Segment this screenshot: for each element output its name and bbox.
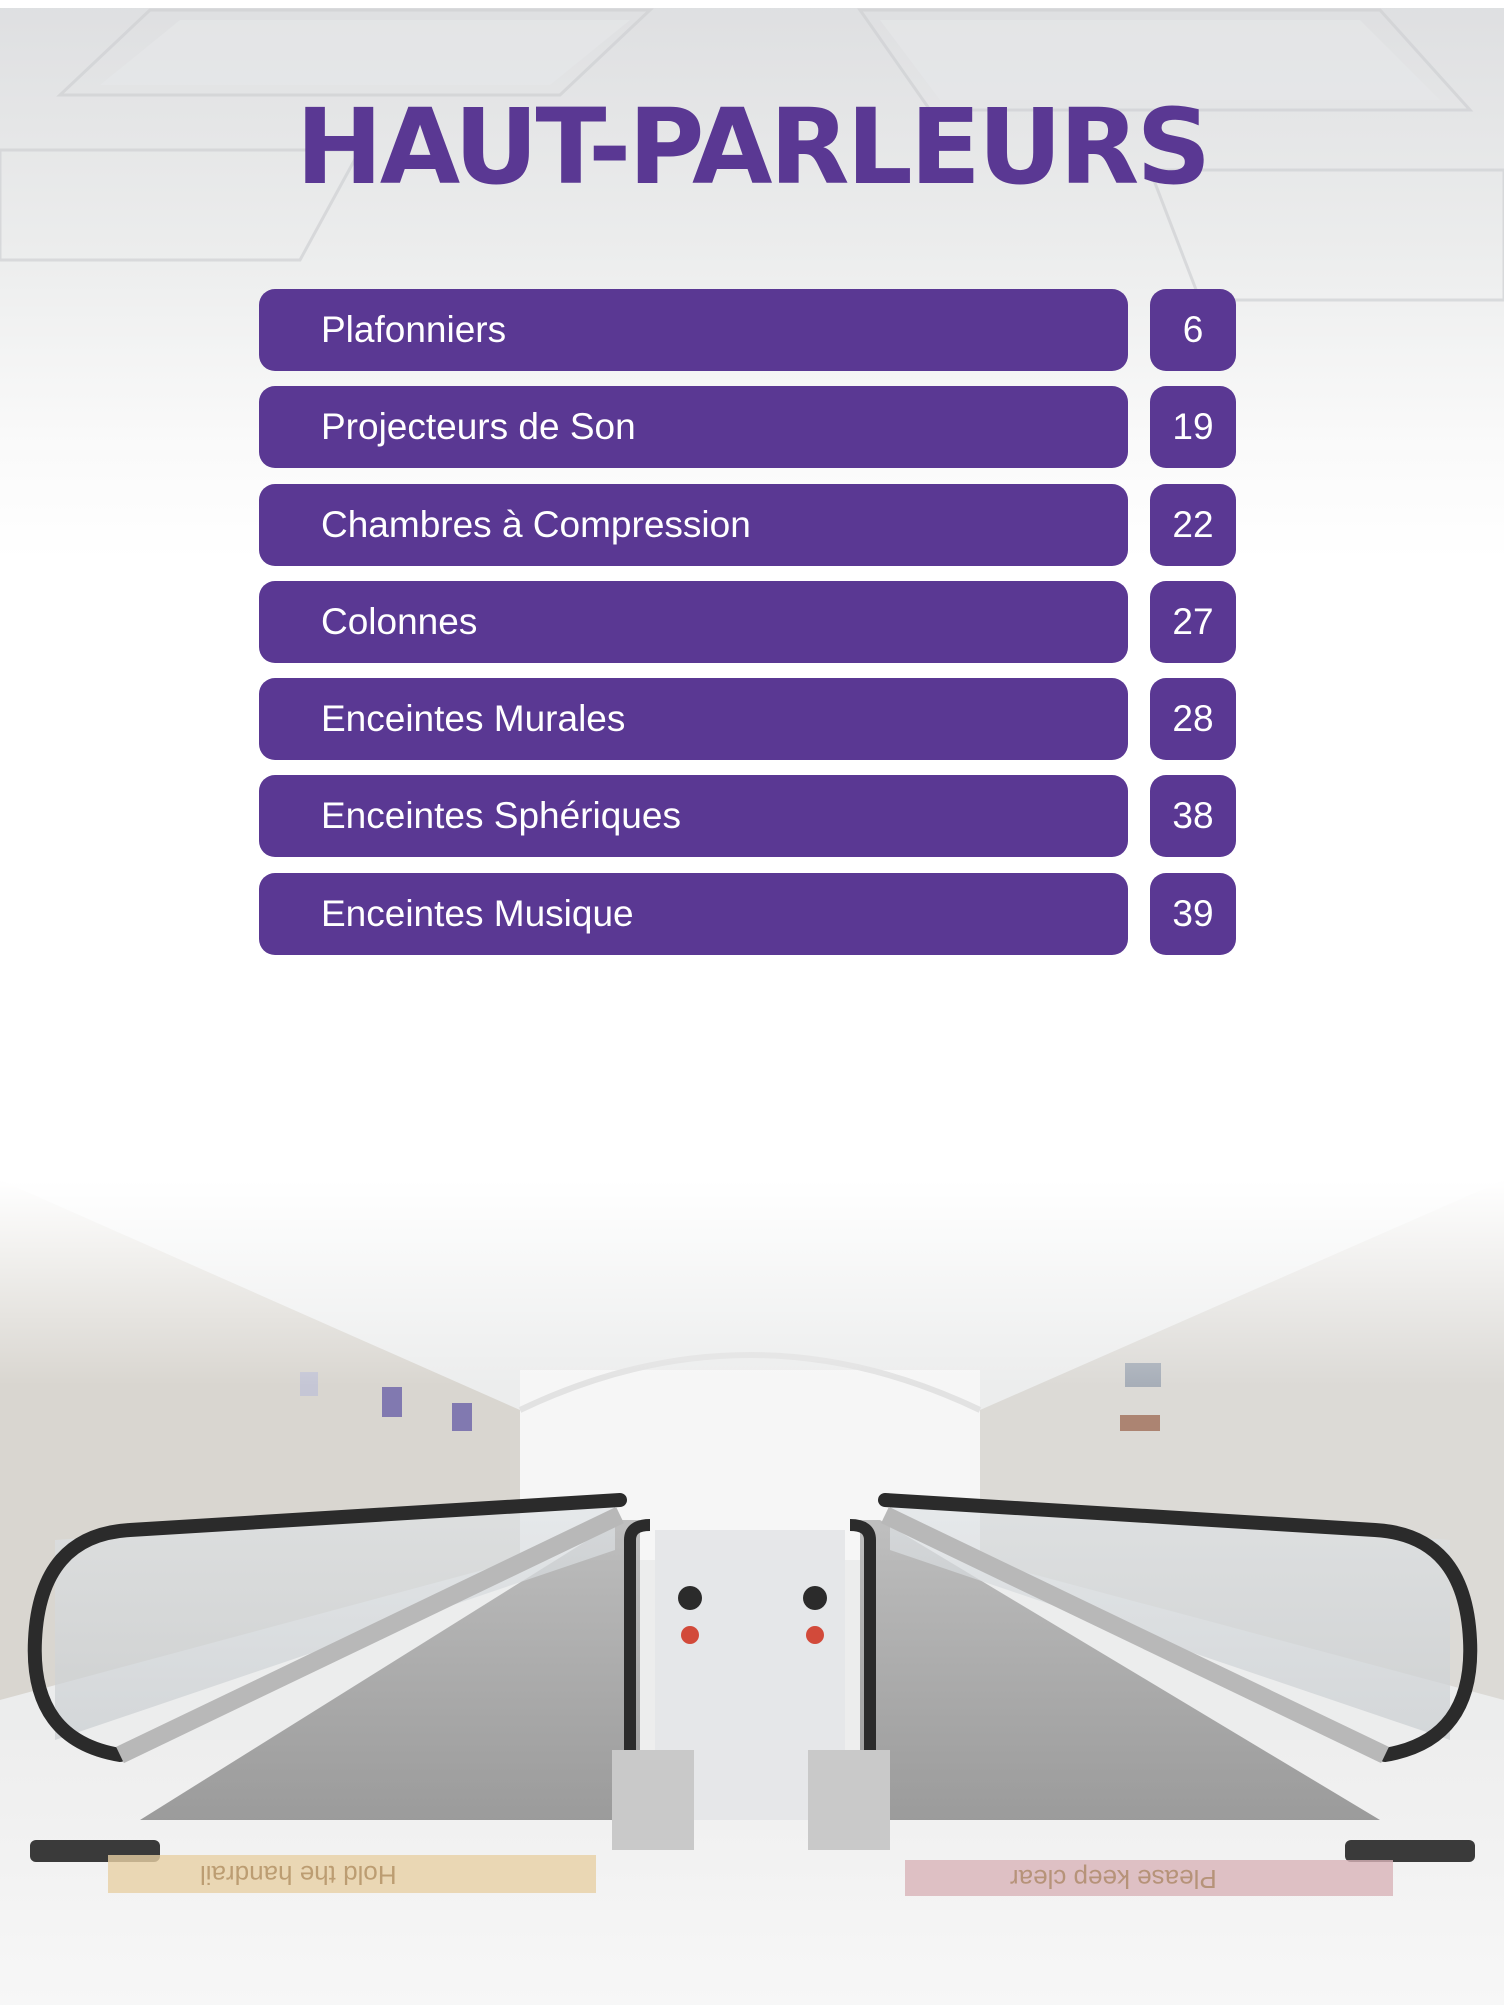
toc-page-number: 22: [1172, 503, 1214, 545]
toc-row: Plafonniers 6: [259, 289, 1236, 371]
toc-item-projecteurs-de-son[interactable]: Projecteurs de Son: [259, 386, 1128, 469]
floor-sign-hold-handrail: Hold the handrail: [200, 1860, 397, 1890]
toc-row: Enceintes Musique 39: [259, 872, 1236, 955]
toc-item-colonnes[interactable]: Colonnes: [259, 580, 1128, 663]
toc-page-number-box[interactable]: 27: [1150, 580, 1236, 663]
toc-item-label: Plafonniers: [321, 309, 507, 350]
moving-walkway-photo: Hold the handrail Please keep clear: [0, 1180, 1504, 2005]
toc-item-label: Projecteurs de Son: [321, 406, 636, 448]
toc-page-number: 27: [1172, 600, 1214, 642]
toc-page-number-box[interactable]: 28: [1150, 678, 1236, 761]
toc-item-chambres-a-compression[interactable]: Chambres à Compression: [259, 483, 1128, 566]
toc-item-enceintes-murales[interactable]: Enceintes Murales: [259, 678, 1128, 761]
toc-page-number-box[interactable]: 38: [1150, 775, 1236, 858]
toc-item-plafonniers[interactable]: Plafonniers: [259, 289, 1128, 371]
toc-item-label: Enceintes Murales: [321, 698, 626, 740]
toc-page-number: 38: [1172, 795, 1214, 837]
toc-item-label: Chambres à Compression: [321, 503, 751, 545]
toc-page-number: 28: [1172, 698, 1214, 740]
toc-page-number: 19: [1172, 406, 1214, 448]
toc-row: Chambres à Compression 22: [259, 483, 1236, 566]
toc-item-enceintes-spheriques[interactable]: Enceintes Sphériques: [259, 775, 1128, 858]
toc-row: Enceintes Sphériques 38: [259, 775, 1236, 858]
toc-page-number-box[interactable]: 22: [1150, 483, 1236, 566]
toc-page-number: 6: [1182, 309, 1204, 350]
table-of-contents: Plafonniers 6 Projecteurs de Son 19 Cham…: [259, 289, 1236, 970]
toc-page-number-box[interactable]: 39: [1150, 872, 1236, 955]
toc-item-enceintes-musique[interactable]: Enceintes Musique: [259, 872, 1128, 955]
toc-item-label: Colonnes: [321, 600, 478, 642]
catalog-page: HAUT-PARLEURS Plafonniers 6 Projecteurs …: [0, 0, 1504, 2005]
toc-page-number-box[interactable]: 6: [1150, 289, 1236, 371]
toc-row: Projecteurs de Son 19: [259, 386, 1236, 469]
floor-sign-keep-clear: Please keep clear: [1010, 1864, 1217, 1894]
toc-item-label: Enceintes Sphériques: [321, 795, 681, 837]
toc-page-number-box[interactable]: 19: [1150, 386, 1236, 469]
toc-row: Colonnes 27: [259, 580, 1236, 663]
page-title: HAUT-PARLEURS: [295, 86, 1212, 208]
toc-row: Enceintes Murales 28: [259, 678, 1236, 761]
toc-item-label: Enceintes Musique: [321, 892, 634, 934]
toc-page-number: 39: [1172, 892, 1214, 934]
